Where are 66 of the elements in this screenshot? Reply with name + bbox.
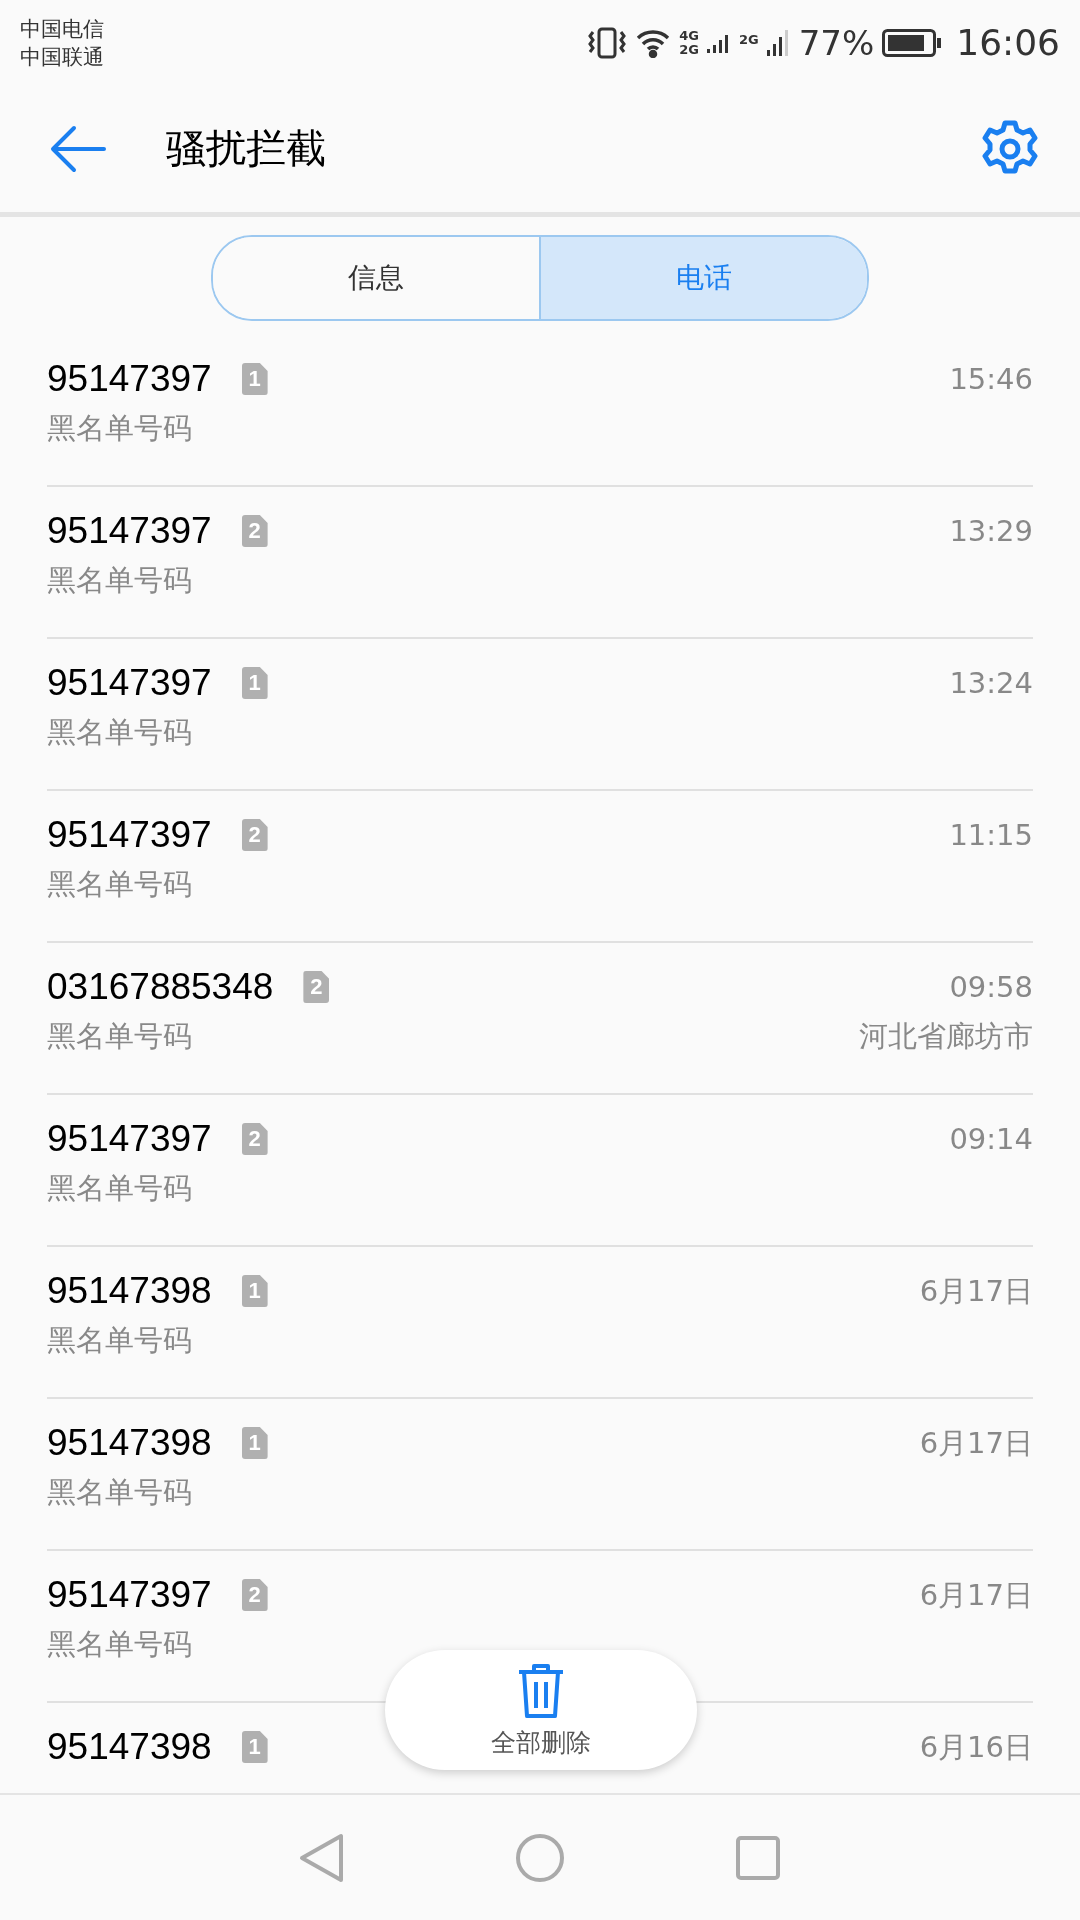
page-title: 骚扰拦截 xyxy=(166,124,327,173)
call-row[interactable]: 95147398 1 黑名单号码 6月17日 xyxy=(47,1399,1033,1551)
sim-badge: 2 xyxy=(241,819,268,851)
battery-icon xyxy=(882,28,943,57)
sim-badge: 1 xyxy=(241,1427,268,1459)
home-nav-button[interactable] xyxy=(515,1832,565,1883)
call-row[interactable]: 95147397 2 黑名单号码 13:29 xyxy=(47,487,1033,639)
call-row[interactable]: 95147397 1 黑名单号码 13:24 xyxy=(47,639,1033,791)
call-location: 河北省廊坊市 xyxy=(859,1018,1033,1055)
sim-badge: 2 xyxy=(241,1123,268,1155)
call-time: 13:24 xyxy=(949,665,1033,702)
call-label: 黑名单号码 xyxy=(47,410,193,447)
network-type: 2G xyxy=(679,42,699,57)
wifi-icon xyxy=(635,27,672,58)
call-row[interactable]: 95147397 1 黑名单号码 15:46 xyxy=(47,335,1033,487)
call-row[interactable]: 03167885348 2 黑名单号码 09:58 河北省廊坊市 xyxy=(47,943,1033,1095)
back-button[interactable] xyxy=(50,123,106,174)
call-time: 6月17日 xyxy=(919,1425,1033,1462)
phone-number: 95147397 xyxy=(47,1117,212,1161)
call-row[interactable]: 95147398 1 黑名单号码 6月17日 xyxy=(47,1247,1033,1399)
call-label: 黑名单号码 xyxy=(47,866,193,903)
sim-badge: 2 xyxy=(303,971,330,1003)
call-label: 黑名单号码 xyxy=(47,1018,193,1055)
call-time: 15:46 xyxy=(949,361,1033,398)
call-row[interactable]: 95147397 2 黑名单号码 09:14 xyxy=(47,1095,1033,1247)
call-label: 黑名单号码 xyxy=(47,1474,193,1511)
recents-nav-button[interactable] xyxy=(735,1834,781,1881)
call-row[interactable]: 95147397 2 黑名单号码 11:15 xyxy=(47,791,1033,943)
phone-number: 95147397 xyxy=(47,357,212,401)
sim-badge: 2 xyxy=(241,515,268,547)
sim-badge: 1 xyxy=(241,667,268,699)
carrier-name: 中国联通 xyxy=(20,43,104,70)
call-time: 11:15 xyxy=(949,817,1033,854)
call-time: 6月16日 xyxy=(919,1729,1033,1766)
sim-badge: 1 xyxy=(241,1275,268,1307)
phone-number: 03167885348 xyxy=(47,965,274,1009)
phone-number: 95147397 xyxy=(47,509,212,553)
call-time: 09:58 xyxy=(949,969,1033,1006)
phone-number: 95147398 xyxy=(47,1269,212,1313)
call-label: 黑名单号码 xyxy=(47,1322,193,1359)
call-time: 13:29 xyxy=(949,513,1033,550)
network-type: 4G xyxy=(679,28,699,43)
phone-number: 95147398 xyxy=(47,1725,212,1769)
call-time: 6月17日 xyxy=(919,1577,1033,1614)
call-label: 黑名单号码 xyxy=(47,714,193,751)
sim-badge: 2 xyxy=(241,1579,268,1611)
sim-badge: 1 xyxy=(241,1731,268,1763)
call-time: 6月17日 xyxy=(919,1273,1033,1310)
call-label: 黑名单号码 xyxy=(47,562,193,599)
call-label: 黑名单号码 xyxy=(47,1626,193,1663)
signal-icon xyxy=(766,27,791,58)
call-time: 09:14 xyxy=(949,1121,1033,1158)
battery-percent: 77% xyxy=(798,22,875,63)
phone-number: 95147397 xyxy=(47,661,212,705)
carrier-name: 中国电信 xyxy=(20,15,104,42)
phone-number: 95147397 xyxy=(47,813,212,857)
clock: 16:06 xyxy=(956,22,1060,63)
back-nav-button[interactable] xyxy=(299,1832,345,1883)
delete-all-button[interactable]: 全部删除 xyxy=(385,1650,697,1770)
phone-number: 95147397 xyxy=(47,1573,212,1617)
sim-badge: 1 xyxy=(241,363,268,395)
network-type: 2G xyxy=(738,32,759,47)
phone-number: 95147398 xyxy=(47,1421,212,1465)
vibrate-icon xyxy=(587,25,628,60)
trash-icon xyxy=(516,1661,566,1720)
call-label: 黑名单号码 xyxy=(47,1170,193,1207)
